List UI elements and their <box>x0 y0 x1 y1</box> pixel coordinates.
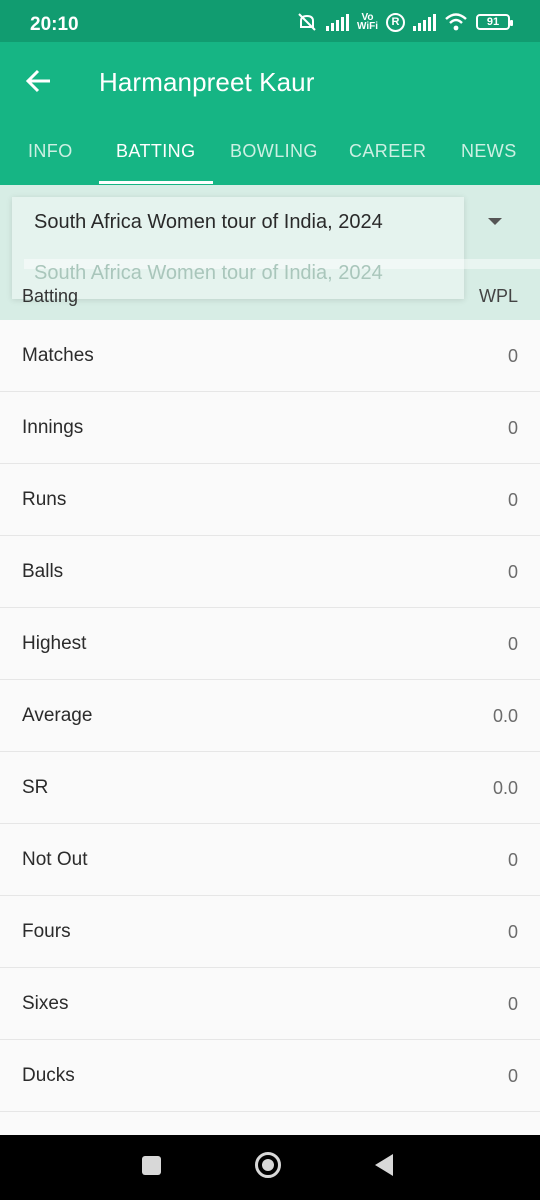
app-bar: Harmanpreet Kaur INFO BATTING BOWLING CA… <box>0 42 540 185</box>
stat-row-sixes: Sixes 0 <box>0 968 540 1040</box>
stat-label: Average <box>22 705 93 726</box>
stat-value: 0 <box>507 994 518 1014</box>
stat-label: SR <box>22 777 49 798</box>
vowifi-icon: Vo WiFi <box>356 12 378 32</box>
tab-info[interactable]: INFO <box>28 141 73 162</box>
stat-row-runs: Runs 0 <box>0 464 540 536</box>
active-tab-indicator <box>99 181 213 184</box>
stat-label: Matches <box>22 345 94 366</box>
dropdown-caret-icon[interactable] <box>488 218 502 225</box>
stat-row-innings: Innings 0 <box>0 392 540 464</box>
page-title: Harmanpreet Kaur <box>99 67 315 97</box>
tab-news[interactable]: NEWS <box>461 141 517 162</box>
series-option[interactable]: South Africa Women tour of India, 2024 <box>34 262 383 285</box>
status-bar: 20:10 Vo WiFi R 91 <box>0 0 540 42</box>
tab-bowling[interactable]: BOWLING <box>230 141 318 162</box>
signal-icon <box>325 13 349 31</box>
roaming-icon: R <box>386 12 405 32</box>
stat-label: Fours <box>22 921 71 942</box>
stat-row-balls: Balls 0 <box>0 536 540 608</box>
stat-row-ducks: Ducks 0 <box>0 1040 540 1112</box>
wifi-icon <box>445 13 467 31</box>
recents-icon[interactable] <box>142 1156 161 1175</box>
system-nav-bar <box>0 1135 540 1200</box>
stat-label: Balls <box>22 561 64 582</box>
stat-value: 0.0 <box>492 778 518 798</box>
battery-icon: 91 <box>476 14 513 30</box>
stat-value: 0 <box>507 562 518 582</box>
stat-row-sr: SR 0.0 <box>0 752 540 824</box>
stat-value: 0.0 <box>492 706 518 726</box>
stat-value: 0 <box>507 1066 518 1086</box>
status-icons: Vo WiFi R 91 <box>296 12 513 32</box>
back-arrow-icon[interactable] <box>24 66 54 96</box>
stat-row-fours: Fours 0 <box>0 896 540 968</box>
stat-value: 0 <box>507 634 518 654</box>
stat-value: 0 <box>507 850 518 870</box>
home-icon[interactable] <box>255 1152 281 1178</box>
stat-label: Ducks <box>22 1065 75 1086</box>
stat-value: 0 <box>507 922 518 942</box>
stat-value: 0 <box>507 418 518 438</box>
stat-label: Innings <box>22 417 84 438</box>
stat-label: Sixes <box>22 993 69 1014</box>
signal-icon-2 <box>413 13 436 31</box>
stat-label: Highest <box>22 633 87 654</box>
stats-header-label: Batting <box>22 286 79 306</box>
tab-batting[interactable]: BATTING <box>116 141 195 162</box>
stat-row-not-out: Not Out 0 <box>0 824 540 896</box>
stat-value: 0 <box>507 346 518 366</box>
tab-bar: INFO BATTING BOWLING CAREER NEWS <box>0 137 540 185</box>
nav-back-icon[interactable] <box>375 1154 393 1176</box>
stat-value: 0 <box>507 490 518 510</box>
clock: 20:10 <box>30 14 79 35</box>
stat-row-average: Average 0.0 <box>0 680 540 752</box>
series-dropdown[interactable]: South Africa Women tour of India, 2024 <box>34 211 383 234</box>
stat-row-matches: Matches 0 <box>0 320 540 392</box>
stat-label: Runs <box>22 489 67 510</box>
stat-label: Not Out <box>22 849 88 870</box>
stat-row-highest: Highest 0 <box>0 608 540 680</box>
batting-stats-list: Matches 0 Innings 0 Runs 0 Balls 0 Highe… <box>0 320 540 1112</box>
tab-career[interactable]: CAREER <box>349 141 426 162</box>
stats-header-format: WPL <box>478 286 518 306</box>
mute-vibrate-icon <box>298 13 316 31</box>
